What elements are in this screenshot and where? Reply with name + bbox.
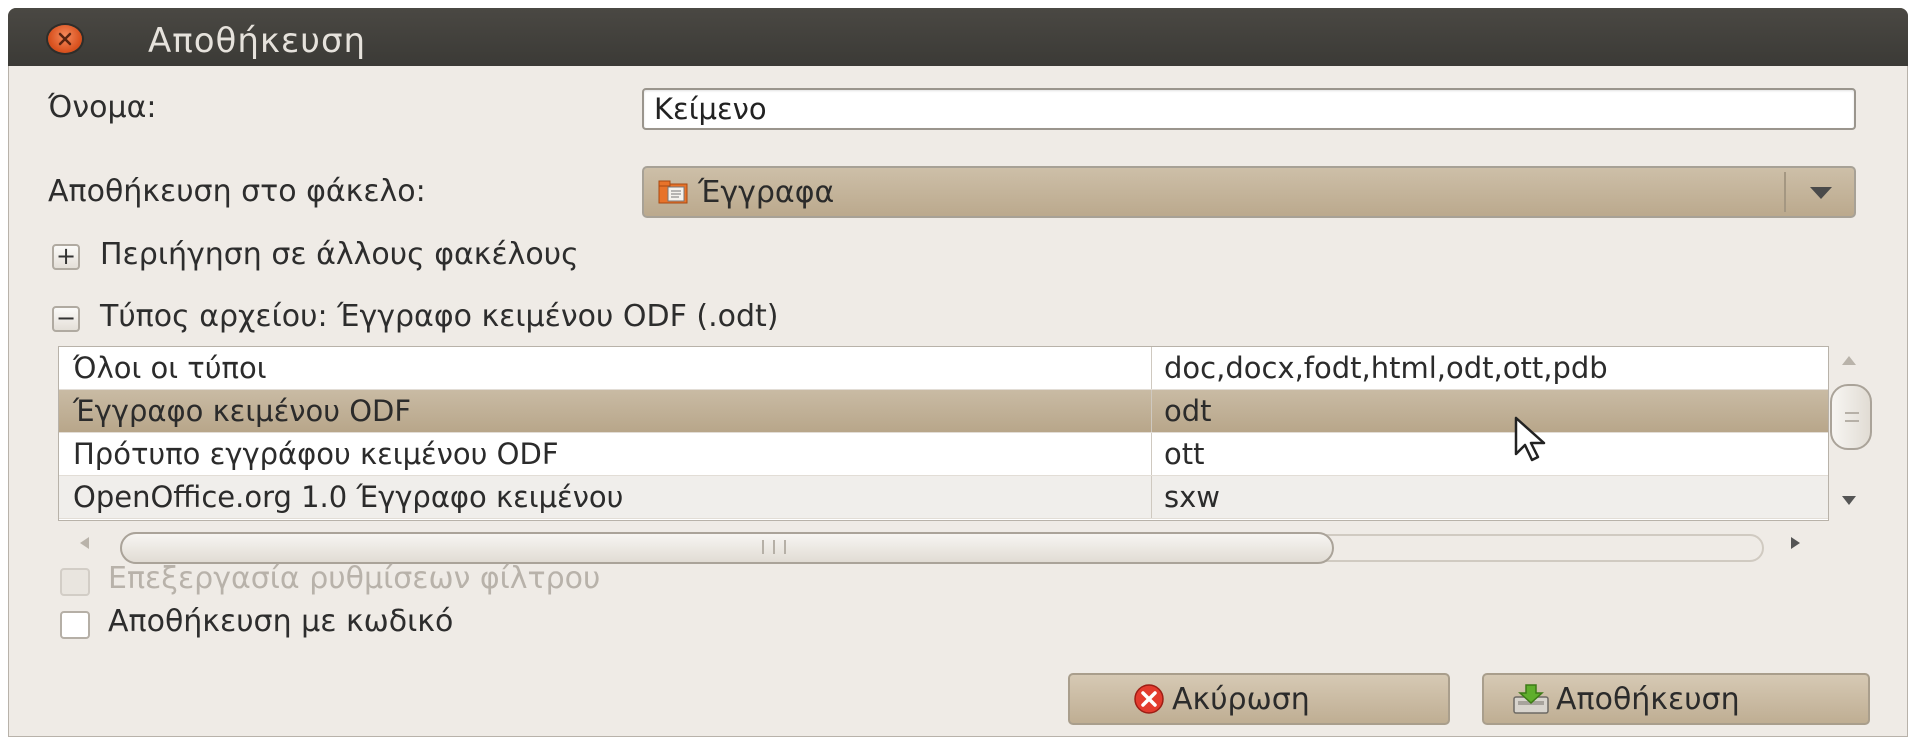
filetype-name: Έγγραφο κειμένου ODF [73, 394, 412, 428]
filetype-name: Πρότυπο εγγράφου κειμένου ODF [73, 437, 559, 471]
column-divider [1151, 476, 1152, 518]
browse-expander[interactable]: + [52, 244, 80, 270]
window-title: Αποθήκευση [148, 21, 367, 61]
folder-combo[interactable]: Έγγραφα [642, 166, 1856, 218]
filetype-ext: ott [1164, 437, 1205, 471]
grip-icon [1845, 412, 1859, 422]
column-divider [1151, 390, 1152, 432]
column-divider [1151, 433, 1152, 475]
filetype-ext: odt [1164, 394, 1212, 428]
scroll-down-icon[interactable] [1842, 496, 1856, 505]
filetype-ext: sxw [1164, 480, 1220, 514]
folder-label: Αποθήκευση στο φάκελο: [48, 174, 426, 209]
save-dialog: Αποθήκευση Όνομα: Αποθήκευση στο φάκελο:… [8, 8, 1908, 737]
column-divider [1151, 347, 1152, 389]
table-row[interactable]: OpenOffice.org 1.0 Έγγραφο κειμένου sxw [59, 476, 1828, 519]
horizontal-scrollbar[interactable] [68, 520, 1838, 566]
grip-icon [762, 540, 786, 554]
horizontal-scroll-thumb[interactable] [120, 532, 1334, 564]
table-row[interactable]: Πρότυπο εγγράφου κειμένου ODF ott [59, 433, 1828, 476]
name-input[interactable] [642, 88, 1856, 130]
password-label[interactable]: Αποθήκευση με κωδικό [108, 604, 453, 639]
vertical-scrollbar[interactable] [1828, 346, 1872, 519]
scroll-up-icon[interactable] [1842, 356, 1856, 365]
vertical-scroll-thumb[interactable] [1830, 384, 1872, 450]
cancel-icon [1134, 684, 1164, 714]
filetype-table: Όλοι οι τύποι doc,docx,fodt,html,odt,ott… [58, 346, 1829, 521]
filetype-ext: doc,docx,fodt,html,odt,ott,pdb [1164, 351, 1608, 385]
folder-selected: Έγγραφα [698, 175, 835, 210]
filter-settings-label: Επεξεργασία ρυθμίσεων φίλτρου [108, 561, 601, 596]
filetype-name: Όλοι οι τύποι [73, 351, 267, 385]
cancel-button[interactable]: Ακύρωση [1068, 673, 1450, 725]
filetype-label[interactable]: Τύπος αρχείου: Έγγραφο κειμένου ODF (.od… [100, 299, 778, 334]
title-bar: Αποθήκευση [8, 8, 1908, 66]
name-label: Όνομα: [48, 90, 157, 125]
table-row[interactable]: Όλοι οι τύποι doc,docx,fodt,html,odt,ott… [59, 347, 1828, 390]
save-icon [1513, 684, 1549, 714]
browse-label[interactable]: Περιήγηση σε άλλους φακέλους [100, 237, 579, 272]
cancel-label: Ακύρωση [1172, 681, 1310, 717]
table-row-selected[interactable]: Έγγραφο κειμένου ODF odt [59, 390, 1828, 433]
save-label: Αποθήκευση [1556, 681, 1740, 717]
combo-separator [1784, 172, 1786, 212]
chevron-down-icon[interactable] [1810, 187, 1832, 199]
mouse-cursor-icon [1514, 416, 1546, 462]
folder-icon [658, 180, 688, 204]
filetype-name: OpenOffice.org 1.0 Έγγραφο κειμένου [73, 480, 624, 514]
save-button[interactable]: Αποθήκευση [1482, 673, 1870, 725]
filetype-expander[interactable]: − [52, 306, 80, 332]
scroll-left-icon[interactable] [80, 537, 89, 549]
filter-settings-checkbox[interactable] [60, 568, 90, 596]
close-icon[interactable] [48, 25, 82, 53]
scroll-right-icon[interactable] [1791, 537, 1800, 549]
password-checkbox[interactable] [60, 611, 90, 639]
